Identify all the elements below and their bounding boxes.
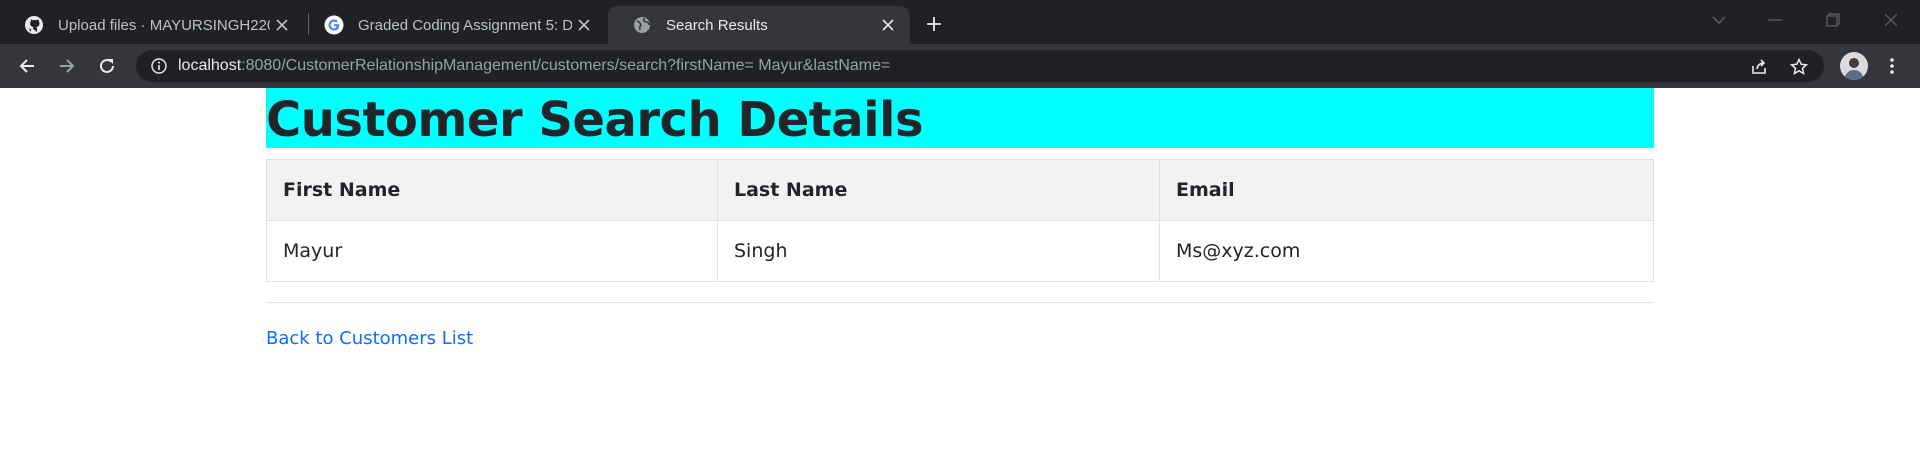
tab-search-results[interactable]: Search Results <box>608 6 910 44</box>
url-host: localhost <box>178 57 242 74</box>
github-icon <box>24 15 44 35</box>
new-tab-icon[interactable] <box>920 10 948 38</box>
bookmark-star-icon[interactable] <box>1788 56 1810 78</box>
close-window-icon[interactable] <box>1868 6 1914 34</box>
divider <box>266 302 1654 303</box>
menu-kebab-icon[interactable] <box>1882 52 1902 80</box>
close-tab-icon[interactable] <box>572 13 596 37</box>
tab-graded-assignment[interactable]: Graded Coding Assignment 5: Da <box>300 6 606 44</box>
url-text: localhost:8080/CustomerRelationshipManag… <box>178 57 890 75</box>
url-path: :8080/CustomerRelationshipManagement/cus… <box>241 57 891 74</box>
column-header-email: Email <box>1159 159 1654 221</box>
cell-first-name: Mayur <box>266 220 718 282</box>
cell-email: Ms@xyz.com <box>1159 220 1654 282</box>
tab-title: Search Results <box>666 16 768 34</box>
table-row: Mayur Singh Ms@xyz.com <box>266 220 1654 282</box>
cell-last-name: Singh <box>717 220 1160 282</box>
tab-upload-files[interactable]: Upload files · MAYURSINGH2206/ <box>0 6 304 44</box>
address-bar[interactable]: localhost:8080/CustomerRelationshipManag… <box>136 50 1824 82</box>
profile-avatar[interactable] <box>1840 52 1868 80</box>
globe-icon <box>632 15 652 35</box>
back-arrow-icon[interactable] <box>13 52 41 80</box>
site-info-icon[interactable] <box>150 57 168 75</box>
back-to-customers-link[interactable]: Back to Customers List <box>266 328 473 349</box>
forward-arrow-icon[interactable] <box>53 52 81 80</box>
share-icon[interactable] <box>1748 56 1770 78</box>
restore-icon[interactable] <box>1810 6 1856 34</box>
tab-title: Graded Coding Assignment 5: Da <box>358 16 572 34</box>
browser-tabstrip: Upload files · MAYURSINGH2206/ Graded Co… <box>0 0 1920 44</box>
close-tab-icon[interactable] <box>270 13 294 37</box>
tab-title: Upload files · MAYURSINGH2206/ <box>58 16 270 34</box>
minimize-icon[interactable] <box>1752 6 1798 34</box>
browser-toolbar: localhost:8080/CustomerRelationshipManag… <box>0 44 1920 88</box>
close-tab-icon[interactable] <box>876 13 900 37</box>
reload-icon[interactable] <box>93 52 121 80</box>
tab-search-chevron-icon[interactable] <box>1696 6 1742 34</box>
column-header-last-name: Last Name <box>717 159 1160 221</box>
page-title: Customer Search Details <box>266 88 1654 148</box>
page-content: Customer Search Details First Name Last … <box>266 88 1654 349</box>
column-header-first-name: First Name <box>266 159 718 221</box>
table-header-row: First Name Last Name Email <box>266 159 1654 221</box>
google-icon <box>324 15 344 35</box>
customer-results-table: First Name Last Name Email Mayur Singh M… <box>266 159 1654 282</box>
